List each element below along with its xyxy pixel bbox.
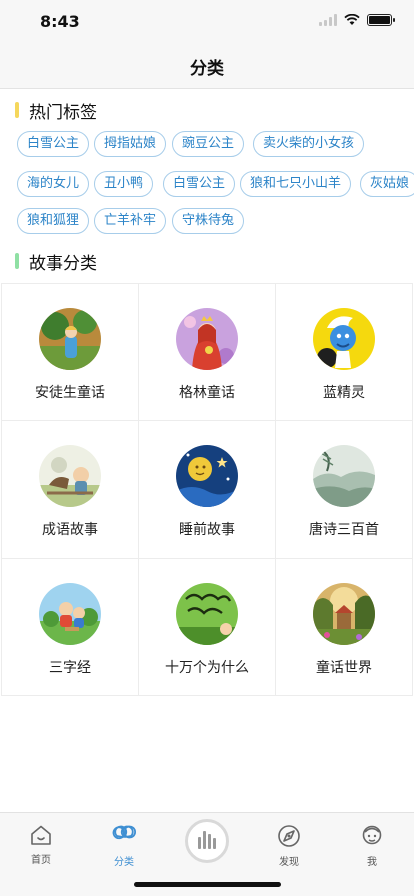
- tab-discover[interactable]: 发现: [259, 823, 319, 868]
- tang-poem-cover-icon: [313, 445, 375, 508]
- category-idiom[interactable]: 成语故事: [2, 421, 139, 559]
- smurf-cover-icon: [313, 308, 375, 370]
- three-character-cover-icon: [39, 582, 101, 645]
- tag-chip[interactable]: 狼和狐狸: [17, 208, 90, 234]
- category-fairy-world[interactable]: 童话世界: [276, 558, 413, 696]
- category-tang-poems[interactable]: 唐诗三百首: [276, 421, 413, 559]
- audio-player-button[interactable]: [185, 819, 229, 863]
- tag-chip[interactable]: 白雪公主: [17, 131, 90, 157]
- category-grimm[interactable]: 格林童话: [139, 284, 276, 422]
- fairy-world-cover-icon: [313, 582, 375, 645]
- tag-chip[interactable]: 灰姑娘: [360, 171, 414, 197]
- category-label: 三字经: [49, 659, 91, 676]
- profile-icon: [362, 825, 382, 845]
- cellular-signal-icon: [319, 14, 337, 26]
- tab-category[interactable]: 分类: [94, 823, 154, 868]
- wifi-icon: [344, 14, 360, 25]
- audio-bars-icon: [198, 837, 201, 849]
- tab-home[interactable]: 首页: [11, 823, 71, 866]
- bedtime-cover-icon: [176, 445, 238, 508]
- tab-label: 分类: [114, 857, 134, 868]
- tag-chip[interactable]: 白雪公主: [163, 171, 236, 197]
- story-categories-title: 故事分类: [29, 253, 97, 274]
- discover-icon: [278, 825, 300, 847]
- page-title: 分类: [190, 58, 224, 79]
- tab-profile[interactable]: 我: [342, 823, 402, 868]
- battery-icon: [367, 14, 395, 26]
- category-andersen[interactable]: 安徒生童话: [2, 284, 139, 422]
- grimm-cover-icon: [176, 308, 238, 370]
- category-why[interactable]: 十万个为什么: [139, 558, 276, 696]
- hot-tags-title: 热门标签: [29, 102, 97, 123]
- tab-label: 首页: [31, 855, 51, 866]
- why-cover-icon: [176, 582, 238, 645]
- home-indicator: [134, 882, 281, 887]
- category-label: 睡前故事: [179, 522, 235, 539]
- category-label: 安徒生童话: [35, 385, 105, 401]
- tab-label: 发现: [279, 857, 299, 868]
- category-label: 格林童话: [179, 385, 235, 401]
- category-grid: 安徒生童话 格林童话 蓝精灵 成语故事 睡前故事 唐诗三百首 三字经 十万个为什…: [1, 283, 413, 696]
- tag-chip[interactable]: 豌豆公主: [172, 131, 245, 157]
- tag-chip[interactable]: 卖火柴的小女孩: [253, 131, 365, 157]
- nav-bar: 分类: [0, 44, 414, 89]
- tag-chip[interactable]: 丑小鸭: [94, 171, 154, 197]
- tag-chip[interactable]: 亡羊补牢: [94, 208, 167, 234]
- story-categories-header: 故事分类: [0, 248, 414, 274]
- category-label: 十万个为什么: [165, 659, 249, 676]
- tag-chip[interactable]: 狼和七只小山羊: [240, 171, 352, 197]
- idiom-cover-icon: [39, 445, 101, 508]
- category-bedtime[interactable]: 睡前故事: [139, 421, 276, 559]
- status-bar: 8:43: [0, 0, 414, 44]
- tab-label: 我: [367, 857, 377, 868]
- status-icons: [319, 14, 395, 26]
- home-icon: [31, 825, 51, 845]
- category-icon: [112, 825, 136, 840]
- section-accent-bar: [15, 102, 19, 118]
- andersen-cover-icon: [39, 308, 101, 370]
- category-label: 唐诗三百首: [309, 522, 379, 539]
- tag-chip[interactable]: 海的女儿: [17, 171, 90, 197]
- category-label: 蓝精灵: [323, 385, 365, 401]
- category-label: 成语故事: [42, 522, 98, 539]
- category-label: 童话世界: [316, 659, 372, 676]
- tag-chip[interactable]: 守株待兔: [172, 208, 245, 234]
- tag-chip[interactable]: 拇指姑娘: [94, 131, 167, 157]
- hot-tags-header: 热门标签: [0, 97, 414, 123]
- status-time: 8:43: [40, 12, 80, 31]
- category-smurf[interactable]: 蓝精灵: [276, 284, 413, 422]
- category-three-character[interactable]: 三字经: [2, 558, 139, 696]
- section-accent-bar: [15, 253, 19, 269]
